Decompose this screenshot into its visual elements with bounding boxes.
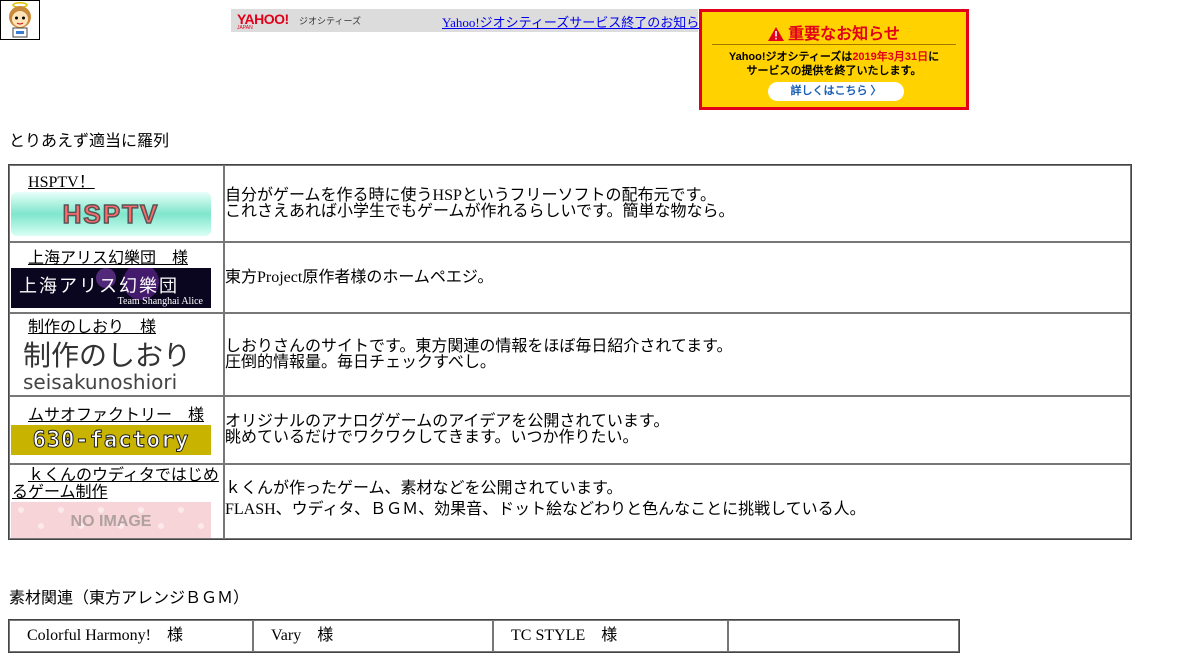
section-heading-bgm: 素材関連（東方アレンジＢＧＭ） [9, 590, 250, 607]
notice-date: 2019年3月31日 [852, 51, 929, 63]
notice-body-2: に [928, 51, 940, 63]
site-description: しおりさんのサイトです。東方関連の情報をほぼ毎日紹介されてます。 圧倒的情報量。毎… [224, 313, 1131, 396]
shanghai-alice-banner-image[interactable]: 上海アリス幻樂団 Team Shanghai Alice [11, 267, 211, 308]
bgm-site-cell [728, 620, 959, 652]
site-description: 東方Project原作者様のホームペエジ。 [224, 242, 1131, 313]
svg-text:NO IMAGE: NO IMAGE [71, 513, 152, 530]
site-description: オリジナルのアナログゲームのアイデアを公開されています。 眺めているだけでワクワク… [224, 396, 1131, 464]
table-row: HSPTV！ HSPTV 自分がゲームを作る時に使うHSPというフリーソフトの配… [9, 165, 1131, 242]
table-row: 制作のしおり 様 制作のしおり seisakunoshiori しおりさんのサイ… [9, 313, 1131, 396]
bgm-site-cell[interactable]: TC STYLE 様 [493, 620, 728, 652]
hsptv-banner-image[interactable]: HSPTV [11, 191, 211, 236]
notice-divider [712, 44, 956, 45]
site-name[interactable]: ｋくんのウディタではじめるゲーム制作 [10, 465, 223, 501]
site-name[interactable]: ムサオファクトリー 様 [10, 405, 223, 424]
notice-body-1: Yahoo!ジオシティーズは [728, 51, 853, 63]
table-row: ｋくんのウディタではじめるゲーム制作 NO IMAGE ｋくんが作ったゲーム、素… [9, 464, 1131, 539]
no-image-banner[interactable]: NO IMAGE [11, 502, 211, 538]
section-heading-links: とりあえず適当に羅列 [9, 133, 170, 150]
site-cell: 制作のしおり 様 制作のしおり seisakunoshiori [9, 313, 224, 396]
bgm-site-cell[interactable]: Vary 様 [253, 620, 493, 652]
site-cell: ｋくんのウディタではじめるゲーム制作 NO IMAGE [9, 464, 224, 539]
table-row: 上海アリス幻樂団 様 上海アリス幻樂団 Team Shanghai Alice … [9, 242, 1131, 313]
yahoo-geocities-bar: YAHOO! JAPAN ジオシティーズ Yahoo!ジオシティーズサービス終了… [231, 9, 712, 32]
notice-title: 重要なお知らせ [702, 20, 966, 46]
site-cell: 上海アリス幻樂団 様 上海アリス幻樂団 Team Shanghai Alice [9, 242, 224, 313]
site-cell: ムサオファクトリー 様 630-factory [9, 396, 224, 464]
svg-text:seisakunoshiori: seisakunoshiori [23, 370, 177, 393]
bgm-site-cell[interactable]: Colorful Harmony! 様 [9, 620, 253, 652]
notice-details-button[interactable]: 詳しくはこちら 〉 [768, 82, 904, 101]
links-table: HSPTV！ HSPTV 自分がゲームを作る時に使うHSPというフリーソフトの配… [8, 164, 1132, 540]
mascot-avatar [0, 0, 40, 40]
site-name[interactable]: 上海アリス幻樂団 様 [10, 248, 223, 267]
site-name[interactable]: 制作のしおり 様 [10, 317, 223, 336]
site-name[interactable]: HSPTV！ [10, 172, 223, 191]
svg-text:上海アリス幻樂団: 上海アリス幻樂団 [19, 276, 179, 297]
yahoo-logo-sub: JAPAN [237, 25, 253, 31]
notice-body: Yahoo!ジオシティーズは2019年3月31日に サービスの提供を終了いたしま… [702, 50, 966, 78]
notice-body-3: サービスの提供を終了いたします。 [746, 65, 922, 77]
site-description: ｋくんが作ったゲーム、素材などを公開されています。 FLASH、ウディタ、ＢＧＭ、… [224, 464, 1131, 539]
important-notice-banner[interactable]: 重要なお知らせ Yahoo!ジオシティーズは2019年3月31日に サービスの提… [699, 9, 969, 110]
svg-text:Team Shanghai Alice: Team Shanghai Alice [118, 296, 204, 307]
svg-text:制作のしおり: 制作のしおり [23, 339, 191, 372]
geocities-label: ジオシティーズ [299, 16, 362, 26]
site-description: 自分がゲームを作る時に使うHSPというフリーソフトの配布元です。 これさえあれば小… [224, 165, 1131, 242]
bgm-links-table: Colorful Harmony! 様 Vary 様 TC STYLE 様 [8, 619, 960, 653]
site-cell: HSPTV！ HSPTV [9, 165, 224, 242]
notice-title-text: 重要なお知らせ [788, 26, 900, 43]
seisaku-shiori-banner-image[interactable]: 制作のしおり seisakunoshiori [11, 336, 211, 393]
svg-text:HSPTV: HSPTV [63, 199, 160, 229]
service-end-link[interactable]: Yahoo!ジオシティーズサービス終了のお知らせ [442, 12, 712, 31]
svg-text:630-factory: 630-factory [33, 428, 190, 453]
table-row: Colorful Harmony! 様 Vary 様 TC STYLE 様 [9, 620, 959, 652]
table-row: ムサオファクトリー 様 630-factory オリジナルのアナログゲームのアイ… [9, 396, 1131, 464]
630-factory-banner-image[interactable]: 630-factory [11, 425, 211, 455]
